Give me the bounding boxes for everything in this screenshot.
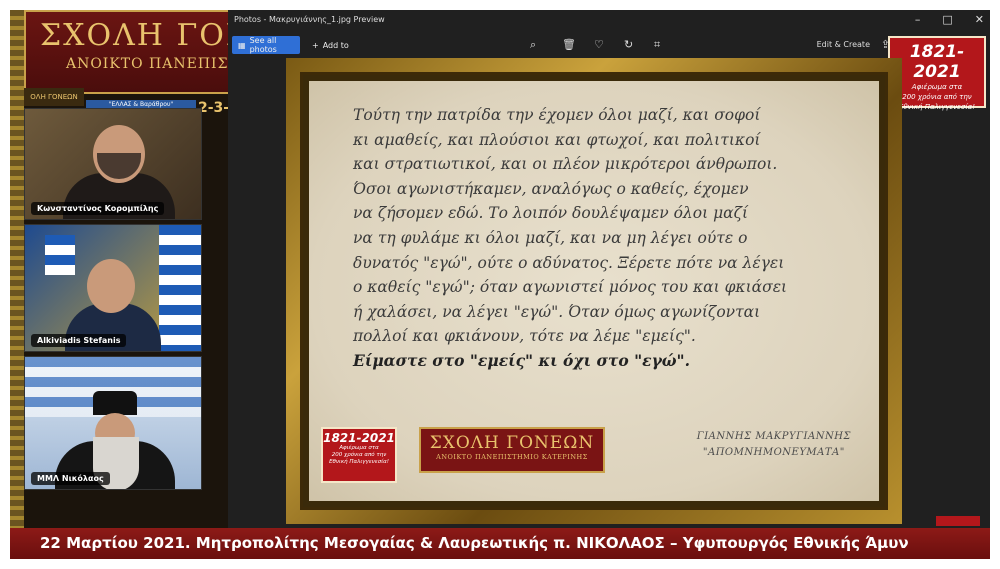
- badge-year: 1821-2021: [323, 431, 395, 445]
- quote-line: να τη φυλάμε κι όλοι μαζί, και να μη λέγ…: [353, 228, 748, 247]
- heart-icon[interactable]: ♡: [594, 38, 604, 51]
- badge-line: 200 χρόνια από την: [902, 93, 972, 101]
- rotate-icon[interactable]: ↻: [624, 38, 633, 51]
- edit-create-button[interactable]: Edit & Create: [817, 40, 870, 49]
- photos-icon: ▦: [238, 40, 246, 50]
- close-button[interactable]: ✕: [975, 13, 984, 26]
- participant-name-label: ΜΜΛ Νικόλαος: [31, 472, 110, 485]
- minimize-button[interactable]: –: [915, 13, 921, 26]
- news-ticker: 22 Μαρτίου 2021. Μητροπολίτης Μεσογαίας …: [10, 528, 990, 559]
- quote-line: Τούτη την πατρίδα την έχομεν όλοι μαζί, …: [353, 106, 761, 124]
- crop-icon[interactable]: ⌗: [654, 38, 660, 52]
- ticker-text: 22 Μαρτίου 2021. Μητροπολίτης Μεσογαίας …: [40, 534, 909, 552]
- quote-line: και στρατιωτικοί, και οι πλέον μικρότερο…: [353, 155, 778, 174]
- greek-flag: [159, 225, 201, 351]
- quote-line: πολλοί και φκιάνουν, τότε να λέμε "εμείς…: [353, 327, 696, 346]
- decorative-strip: [10, 10, 24, 530]
- greek-flag-small: [45, 235, 75, 275]
- frame-inner: Τούτη την πατρίδα την έχομεν όλοι μαζί, …: [300, 72, 888, 510]
- school-logo-subtitle: ΑΝΟΙΚΤΟ ΠΑΝΕΠΙΣΤΗΜΙΟ ΚΑΤΕΡΙΝΗΣ: [436, 453, 588, 461]
- author-signature: ΓΙΑΝΝΗΣ ΜΑΚΡΥΓΙΑΝΝΗΣ "ΑΠΟΜΝΗΜΟΝΕΥΜΑΤΑ": [697, 429, 851, 461]
- zoom-icon[interactable]: ⌕: [530, 38, 536, 52]
- maximize-button[interactable]: □: [942, 13, 952, 26]
- badge-line: Εθνική Παλιγγενεσία!: [898, 103, 976, 111]
- author-work: "ΑΠΟΜΝΗΜΟΝΕΥΜΑΤΑ": [702, 447, 845, 458]
- participant-tile-2[interactable]: Alkiviadis Stefanis: [24, 224, 202, 352]
- anniversary-badge: 1821-2021 Αφιέρωμα στα 200 χρόνια από τη…: [888, 36, 986, 111]
- see-all-photos-button[interactable]: ▦ See all photos: [232, 36, 300, 54]
- delete-icon[interactable]: 🗑: [562, 38, 576, 51]
- makrygiannis-quote: Τούτη την πατρίδα την έχομεν όλοι μαζί, …: [353, 103, 859, 374]
- partial-date: 2-3-: [198, 100, 230, 116]
- plus-icon: +: [312, 40, 319, 50]
- badge-year: 1821-2021: [909, 42, 965, 82]
- quote-line: κι αμαθείς, και πλούσιοι και φτωχοί, και…: [353, 130, 761, 149]
- photos-toolbar: ▦ See all photos + Add to ⌕ 🗑 ♡ ↻ ⌗ Edit…: [228, 32, 990, 58]
- badge-line: Αφιέρωμα στα: [911, 83, 963, 91]
- window-controls: – □ ✕: [915, 13, 984, 26]
- participant-tile-3[interactable]: ΜΜΛ Νικόλαος: [24, 356, 202, 490]
- participant-name-label: Alkiviadis Stefanis: [31, 334, 127, 347]
- mini-info-label: ΟΛΗ ΓΟΝΕΩΝ: [24, 88, 84, 106]
- video-stage: ΣΧΟΛΗ ΓΟΝΕ ΑΝΟΙΚΤΟ ΠΑΝΕΠΙΣΤΗ ΟΛΗ ΓΟΝΕΩΝ …: [10, 10, 990, 559]
- add-to-button[interactable]: + Add to: [306, 36, 355, 54]
- badge-line: Εθνική Παλιγγενεσία!: [329, 459, 389, 465]
- badge-line: 200 χρόνια από την: [331, 452, 387, 458]
- participant-tile-1[interactable]: Κωνσταντίνος Κορομπίλης: [24, 108, 202, 220]
- quote-line: δυνατός "εγώ", ούτε ο αδύνατος. Ξέρετε π…: [353, 253, 785, 272]
- quote-line: Όσοι αγωνιστήκαμεν, αναλόγως ο καθείς, έ…: [353, 179, 749, 198]
- add-to-label: Add to: [322, 40, 349, 50]
- quote-line: ή χαλάσει, να λέγει "εγώ". Όταν όμως αγω…: [353, 302, 761, 321]
- quote-line: να ζήσομεν εδώ. Το λοιπόν δουλέψαμεν όλο…: [353, 204, 749, 223]
- window-title: Photos - Μακρυγιάννης_1.jpg Preview: [234, 15, 385, 24]
- school-logo: ΣΧΟΛΗ ΓΟΝΕΩΝ ΑΝΟΙΚΤΟ ΠΑΝΕΠΙΣΤΗΜΙΟ ΚΑΤΕΡΙ…: [419, 427, 605, 473]
- small-logo: [936, 516, 980, 526]
- parchment-image: Τούτη την πατρίδα την έχομεν όλοι μαζί, …: [309, 81, 879, 501]
- quote-conclusion: Είμαστε στο "εμείς" κι όχι στο "εγώ".: [353, 350, 691, 370]
- clergy-hat: [93, 391, 137, 415]
- quote-line: ο καθείς "εγώ"; όταν αγωνιστεί μόνος του…: [353, 278, 788, 297]
- gold-frame: Τούτη την πατρίδα την έχομεν όλοι μαζί, …: [286, 58, 902, 524]
- participant-head: [87, 259, 135, 313]
- author-name: ΓΙΑΝΝΗΣ ΜΑΚΡΥΓΙΑΝΝΗΣ: [696, 431, 851, 442]
- school-logo-title: ΣΧΟΛΗ ΓΟΝΕΩΝ: [429, 433, 595, 453]
- badge-line: Αφιέρωμα στα: [339, 445, 379, 451]
- window-titlebar: Photos - Μακρυγιάννης_1.jpg Preview – □ …: [228, 10, 990, 32]
- see-all-photos-label: See all photos: [249, 36, 277, 54]
- participant-name-label: Κωνσταντίνος Κορομπίλης: [31, 202, 165, 215]
- anniversary-badge-small: 1821-2021 Αφιέρωμα στα 200 χρόνια από τη…: [321, 427, 397, 483]
- photos-window: Photos - Μακρυγιάννης_1.jpg Preview – □ …: [228, 10, 990, 530]
